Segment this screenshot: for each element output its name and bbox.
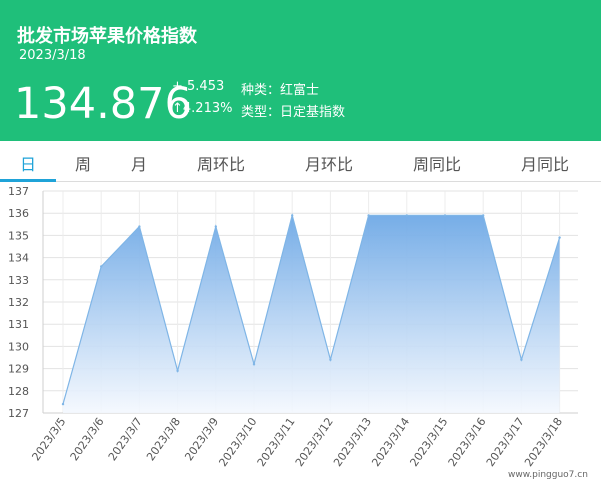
price-value: 134.876 bbox=[14, 79, 192, 129]
y-tick-label: 130 bbox=[8, 340, 29, 353]
tab-day[interactable]: 日 bbox=[20, 151, 36, 175]
data-point bbox=[405, 214, 408, 217]
tab-week-over-week[interactable]: 周环比 bbox=[197, 151, 245, 175]
data-point bbox=[291, 214, 294, 217]
data-point bbox=[329, 358, 332, 361]
tab-month-over-month[interactable]: 月环比 bbox=[305, 151, 353, 175]
y-tick-label: 131 bbox=[8, 318, 29, 331]
x-tick-label: 2023/3/15 bbox=[407, 415, 450, 469]
date-label: 2023/3/18 bbox=[19, 48, 86, 63]
watermark: www.pingguo7.cn bbox=[508, 470, 588, 480]
index-type-label: 类型：日定基指数 bbox=[241, 105, 346, 120]
x-tick-label: 2023/3/5 bbox=[29, 415, 68, 463]
x-tick-label: 2023/3/6 bbox=[68, 415, 107, 463]
y-tick-label: 129 bbox=[8, 363, 29, 376]
y-tick-label: 137 bbox=[8, 185, 29, 198]
x-tick-label: 2023/3/16 bbox=[446, 415, 489, 469]
data-point bbox=[252, 362, 256, 366]
y-tick-label: 127 bbox=[8, 407, 29, 420]
x-tick-label: 2023/3/18 bbox=[522, 415, 565, 469]
x-tick-label: 2023/3/10 bbox=[216, 415, 259, 469]
change-value: + 5.453 bbox=[172, 79, 225, 94]
data-point bbox=[367, 214, 370, 217]
x-tick-label: 2023/3/7 bbox=[106, 415, 145, 463]
y-tick-label: 135 bbox=[8, 229, 29, 242]
data-point bbox=[482, 214, 485, 217]
y-tick-label: 136 bbox=[8, 207, 29, 220]
y-tick-label: 128 bbox=[8, 385, 29, 398]
y-tick-label: 134 bbox=[8, 252, 29, 265]
tab-month-year-over-year[interactable]: 月同比 bbox=[521, 151, 569, 175]
y-tick-label: 133 bbox=[8, 274, 29, 287]
data-point bbox=[100, 265, 103, 268]
x-tick-label: 2023/3/11 bbox=[255, 415, 298, 469]
x-tick-label: 2023/3/8 bbox=[144, 415, 183, 463]
x-tick-label: 2023/3/12 bbox=[293, 415, 336, 469]
change-percent: ↑4.213% bbox=[172, 101, 233, 116]
data-point bbox=[520, 358, 523, 361]
header: 批发市场苹果价格指数 2023/3/18 134.876 + 5.453 ↑4.… bbox=[0, 0, 601, 141]
variety-label: 种类：红富士 bbox=[241, 83, 320, 98]
x-tick-label: 2023/3/13 bbox=[331, 415, 374, 469]
data-point bbox=[214, 225, 217, 228]
tab-month[interactable]: 月 bbox=[131, 151, 147, 175]
data-point bbox=[176, 369, 179, 373]
tab-bar: 日 周 月 周环比 月环比 周同比 月同比 bbox=[0, 141, 601, 182]
tab-week-year-over-year[interactable]: 周同比 bbox=[413, 151, 461, 175]
x-tick-label: 2023/3/14 bbox=[369, 415, 412, 469]
series-area bbox=[63, 215, 560, 413]
price-index-chart: 127 128 129 130 131 132 133 134 135 136 137 2023/3/… bbox=[8, 185, 578, 469]
data-point bbox=[138, 225, 141, 228]
data-point bbox=[61, 402, 65, 406]
x-tick-label: 2023/3/9 bbox=[182, 415, 221, 463]
data-point bbox=[558, 236, 561, 239]
y-tick-label: 132 bbox=[8, 296, 29, 309]
x-tick-label: 2023/3/17 bbox=[484, 415, 527, 469]
data-point bbox=[443, 214, 447, 217]
page-title: 批发市场苹果价格指数 bbox=[17, 26, 197, 47]
tab-week[interactable]: 周 bbox=[75, 151, 91, 175]
